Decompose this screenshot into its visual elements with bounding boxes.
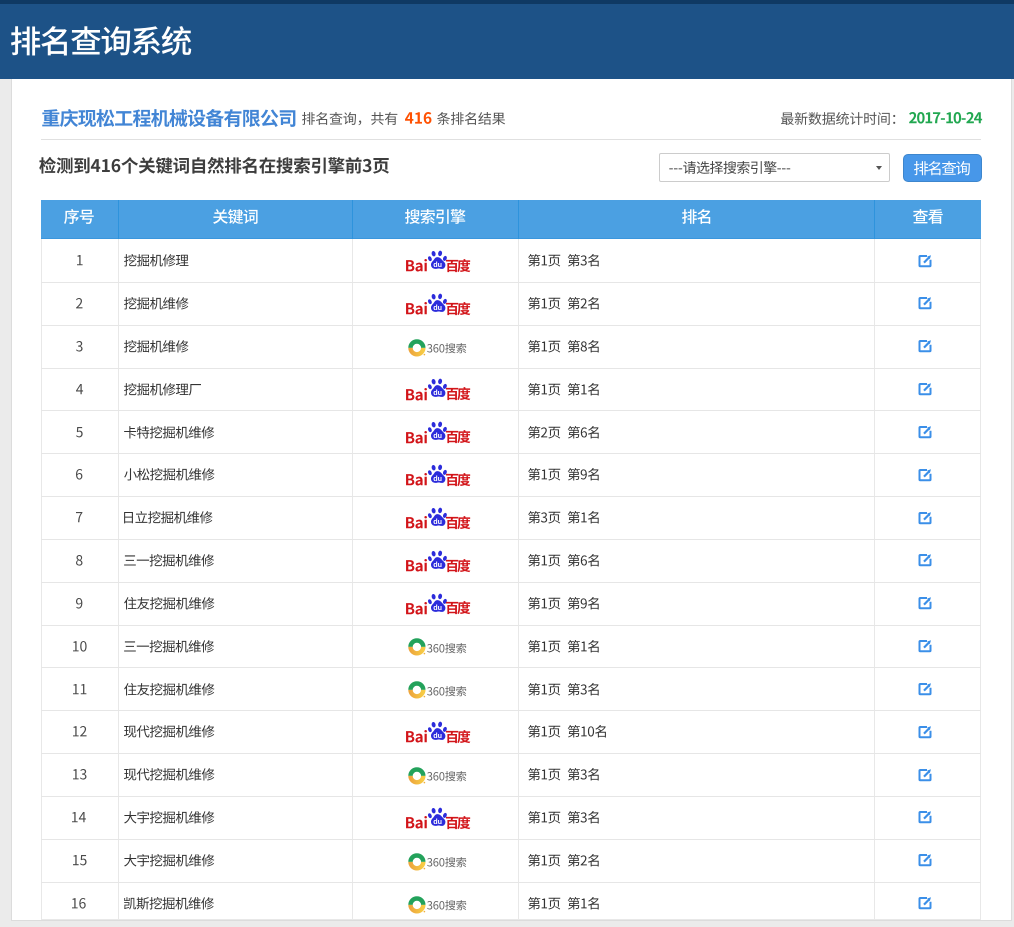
- svg-text:du: du: [433, 603, 442, 612]
- svg-text:du: du: [433, 303, 442, 312]
- svg-text:du: du: [433, 517, 442, 526]
- svg-text:du: du: [433, 731, 442, 740]
- svg-text:du: du: [433, 431, 442, 440]
- svg-text:du: du: [433, 560, 442, 569]
- svg-text:du: du: [433, 474, 442, 483]
- svg-text:du: du: [433, 389, 442, 398]
- svg-text:du: du: [433, 260, 442, 269]
- svg-text:du: du: [433, 817, 442, 826]
